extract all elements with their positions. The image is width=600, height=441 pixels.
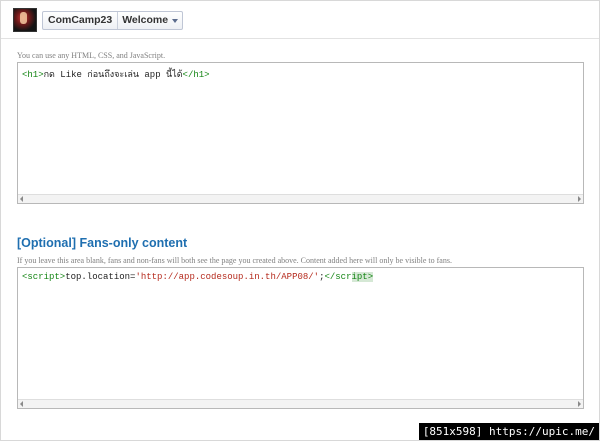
fans-only-hint: If you leave this area blank, fans and n…	[17, 256, 452, 265]
chevron-down-icon[interactable]	[172, 18, 179, 23]
code-js-prefix: top.location=	[65, 272, 136, 282]
main-code-line[interactable]: <h1>กด Like ก่อนถึงจะเล่น app นี้ได้</h1…	[22, 67, 210, 81]
fans-only-title: [Optional] Fans-only content	[17, 236, 188, 250]
fans-only-editor[interactable]: <script>top.location='http://app.codesou…	[17, 267, 584, 409]
code-close-tag: </h1>	[182, 70, 210, 80]
scroll-left-icon[interactable]	[20, 401, 23, 407]
code-script-close-tag-start: </scr	[324, 272, 352, 282]
app-frame: ComCamp23 Welcome You can use any HTML, …	[0, 0, 600, 441]
tab-dropdown[interactable]: Welcome	[118, 12, 182, 29]
code-script-open-tag: <script>	[22, 272, 66, 282]
scroll-right-icon[interactable]	[578, 401, 581, 407]
main-editor-horizontal-scrollbar[interactable]	[18, 194, 583, 203]
main-editor-hint: You can use any HTML, CSS, and JavaScrip…	[17, 51, 166, 60]
scroll-right-icon[interactable]	[578, 196, 581, 202]
code-url-string: 'http://app.codesoup.in.th/APP08/'	[135, 272, 320, 282]
code-script-close-tag-end: ipt>	[351, 272, 374, 282]
code-text: กด Like ก่อนถึงจะเล่น app นี้ได้	[43, 70, 183, 80]
fans-code-line[interactable]: <script>top.location='http://app.codesou…	[22, 272, 374, 282]
image-host-watermark: [851x598] https://upic.me/	[418, 423, 599, 440]
main-content-editor[interactable]: <h1>กด Like ก่อนถึงจะเล่น app นี้ได้</h1…	[17, 62, 584, 204]
page-tab-selector[interactable]: ComCamp23 Welcome	[42, 11, 184, 30]
tab-label: Welcome	[122, 14, 169, 26]
page-header-bar: ComCamp23 Welcome	[1, 1, 599, 39]
page-name-label[interactable]: ComCamp23	[43, 12, 119, 29]
fans-editor-horizontal-scrollbar[interactable]	[18, 399, 583, 408]
scroll-left-icon[interactable]	[20, 196, 23, 202]
page-avatar[interactable]	[13, 8, 37, 32]
code-open-tag: <h1>	[22, 70, 44, 80]
